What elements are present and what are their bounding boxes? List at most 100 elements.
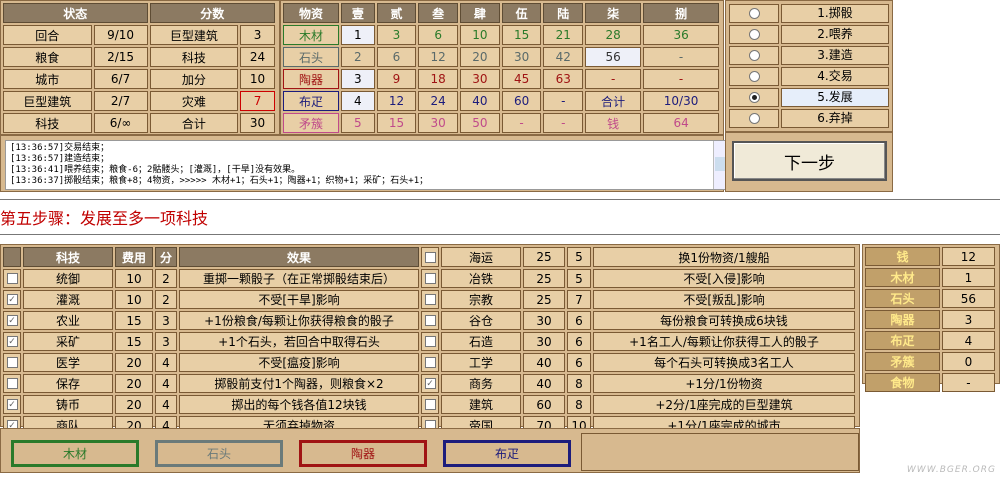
resource-cell[interactable]: 12: [418, 47, 459, 67]
resource-cell[interactable]: 30: [460, 69, 500, 89]
checked-icon[interactable]: ✓: [6, 399, 18, 410]
resource-cell[interactable]: 42: [543, 47, 584, 67]
resource-cell[interactable]: 3: [341, 69, 375, 89]
resource-cell[interactable]: 40: [460, 91, 500, 111]
resource-cell[interactable]: 28: [585, 25, 642, 45]
radio-icon[interactable]: [748, 92, 760, 103]
checked-icon[interactable]: ✓: [424, 378, 436, 389]
resource-cell[interactable]: 30: [418, 113, 459, 133]
unchecked-icon[interactable]: [424, 251, 436, 263]
resource-cell[interactable]: 3: [376, 25, 417, 45]
resource-cell[interactable]: 9: [376, 69, 417, 89]
resource-cell[interactable]: 6: [376, 47, 417, 67]
resource-cell[interactable]: -: [585, 69, 642, 89]
goods-button[interactable]: 石头: [155, 440, 283, 467]
unchecked-icon[interactable]: [424, 315, 436, 326]
resource-cell[interactable]: -: [501, 113, 542, 133]
resource-cell[interactable]: 50: [460, 113, 500, 133]
step-radio-cell[interactable]: [729, 46, 779, 65]
resource-cell[interactable]: 63: [543, 69, 584, 89]
resource-cell[interactable]: -: [543, 113, 584, 133]
goods-button[interactable]: 布疋: [443, 440, 571, 467]
status-label: 回合: [3, 25, 92, 45]
resource-cell[interactable]: 21: [543, 25, 584, 45]
step-option[interactable]: 6.弃掉: [729, 109, 889, 128]
tech-checkbox[interactable]: ✓: [3, 332, 21, 351]
resource-cell[interactable]: 15: [501, 25, 542, 45]
resource-cell[interactable]: 15: [376, 113, 417, 133]
goods-summary-label: 石头: [865, 289, 940, 308]
unchecked-icon[interactable]: [6, 273, 18, 284]
radio-icon[interactable]: [748, 113, 760, 124]
tech-checkbox[interactable]: [421, 269, 439, 288]
tech-checkbox[interactable]: [3, 353, 21, 372]
step-option[interactable]: 2.喂养: [729, 25, 889, 44]
unchecked-icon[interactable]: [424, 294, 436, 305]
tech-checkbox[interactable]: ✓: [421, 374, 439, 393]
resource-cell[interactable]: -: [643, 69, 719, 89]
step-selector-panel: 1.掷骰 2.喂养 3.建造 4.交易 5.发展 6.弃掉: [725, 0, 893, 132]
step-radio-cell[interactable]: [729, 109, 779, 128]
tech-checkbox[interactable]: [421, 247, 439, 267]
resource-cell[interactable]: 1: [341, 25, 375, 45]
unchecked-icon[interactable]: [424, 357, 436, 368]
tech-checkbox[interactable]: [3, 374, 21, 393]
event-log[interactable]: [13:36:57]交易结束； [13:36:57]建造结束； [13:36:41]…: [5, 140, 727, 190]
log-line: [13:36:37]掷骰结束；粮食+8；4物资，>>>>> 木材+1；石头+1；…: [10, 176, 429, 186]
resource-cell[interactable]: 5: [341, 113, 375, 133]
tech-checkbox[interactable]: [421, 311, 439, 330]
goods-button[interactable]: 木材: [11, 440, 139, 467]
resource-cell[interactable]: -: [643, 47, 719, 67]
tech-checkbox[interactable]: ✓: [3, 395, 21, 414]
resource-cell[interactable]: 64: [643, 113, 719, 133]
resource-cell[interactable]: 60: [501, 91, 542, 111]
unchecked-icon[interactable]: [424, 399, 436, 410]
tech-checkbox[interactable]: ✓: [3, 290, 21, 309]
resource-cell[interactable]: 12: [376, 91, 417, 111]
step-radio-cell[interactable]: [729, 4, 779, 23]
tech-checkbox[interactable]: [421, 332, 439, 351]
step-option[interactable]: 5.发展: [729, 88, 889, 107]
unchecked-icon[interactable]: [6, 357, 18, 368]
step-radio-cell[interactable]: [729, 67, 779, 86]
next-step-button[interactable]: 下一步: [732, 141, 887, 181]
checked-icon[interactable]: ✓: [6, 315, 18, 326]
resource-cell[interactable]: 6: [418, 25, 459, 45]
step-radio-cell[interactable]: [729, 25, 779, 44]
tech-checkbox[interactable]: [421, 395, 439, 414]
tech-checkbox[interactable]: [421, 290, 439, 309]
step-option[interactable]: 3.建造: [729, 46, 889, 65]
resource-cell[interactable]: 2: [341, 47, 375, 67]
checked-icon[interactable]: ✓: [6, 336, 18, 347]
level-header: 伍: [501, 3, 542, 23]
resource-cell[interactable]: 24: [418, 91, 459, 111]
resource-cell[interactable]: 10: [460, 25, 500, 45]
unchecked-icon[interactable]: [6, 378, 18, 389]
tech-checkbox[interactable]: ✓: [3, 311, 21, 330]
resource-cell[interactable]: 钱: [585, 113, 642, 133]
resource-cell[interactable]: 4: [341, 91, 375, 111]
tech-row: 统御 10 2 重掷一颗骰子（在正常掷骰结束后） 冶铁 25 5 不受[入侵]影响: [3, 269, 855, 288]
step-option[interactable]: 4.交易: [729, 67, 889, 86]
unchecked-icon[interactable]: [424, 273, 436, 284]
resource-cell[interactable]: 合计: [585, 91, 642, 111]
radio-icon[interactable]: [748, 71, 760, 82]
resource-cell[interactable]: 45: [501, 69, 542, 89]
resource-cell[interactable]: 30: [501, 47, 542, 67]
unchecked-icon[interactable]: [424, 336, 436, 347]
tech-checkbox[interactable]: [3, 269, 21, 288]
tech-checkbox[interactable]: [421, 353, 439, 372]
resource-cell[interactable]: 18: [418, 69, 459, 89]
radio-icon[interactable]: [748, 29, 760, 40]
goods-button[interactable]: 陶器: [299, 440, 427, 467]
resource-cell[interactable]: 10/30: [643, 91, 719, 111]
radio-icon[interactable]: [748, 50, 760, 61]
radio-icon[interactable]: [748, 8, 760, 19]
resource-cell[interactable]: 36: [643, 25, 719, 45]
step-radio-cell[interactable]: [729, 88, 779, 107]
step-option[interactable]: 1.掷骰: [729, 4, 889, 23]
resource-cell[interactable]: -: [543, 91, 584, 111]
resource-cell[interactable]: 20: [460, 47, 500, 67]
resource-cell[interactable]: 56: [585, 47, 642, 67]
checked-icon[interactable]: ✓: [6, 294, 18, 305]
